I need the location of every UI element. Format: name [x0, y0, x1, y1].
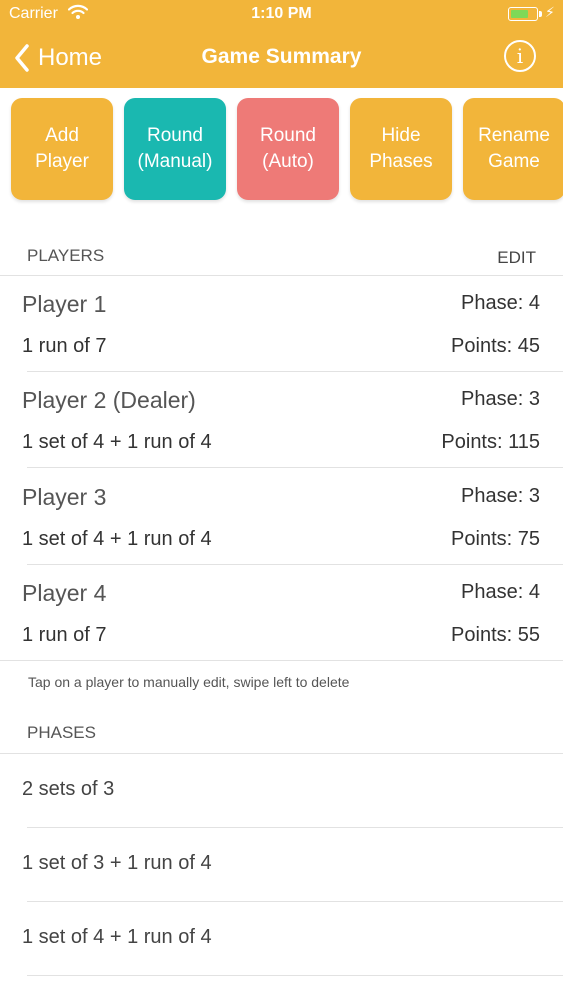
player-phase: Phase: 3 [461, 485, 540, 507]
rename-game-line2: Game [488, 151, 540, 172]
round-manual-line1: Round [147, 125, 203, 146]
battery-level [511, 10, 528, 18]
page-title: Game Summary [201, 45, 362, 68]
round-auto-button[interactable]: Round (Auto) [237, 98, 339, 200]
navigation-bar: Home Game Summary i [0, 28, 563, 88]
add-player-button[interactable]: Add Player [11, 98, 113, 200]
add-player-line1: Add [45, 125, 79, 146]
edit-players-button[interactable]: EDIT [497, 248, 536, 268]
divider [27, 975, 563, 976]
player-phase-requirement: 1 run of 7 [22, 335, 107, 357]
hide-phases-button[interactable]: Hide Phases [350, 98, 452, 200]
player-row-4[interactable]: Player 4 Phase: 4 1 run of 7 Points: 55 [0, 565, 563, 661]
rename-game-line1: Rename [478, 125, 550, 146]
player-row-1[interactable]: Player 1 Phase: 4 1 run of 7 Points: 45 [0, 276, 563, 372]
player-phase: Phase: 4 [461, 581, 540, 603]
players-header-label: PLAYERS [27, 246, 105, 265]
player-phase: Phase: 4 [461, 292, 540, 314]
player-points: Points: 45 [451, 335, 540, 357]
add-player-line2: Player [35, 151, 89, 172]
player-name: Player 3 [22, 484, 107, 510]
phases-header-label: PHASES [27, 723, 96, 742]
player-phase-requirement: 1 run of 7 [22, 624, 107, 646]
phase-label: 1 set of 4 + 1 run of 4 [22, 926, 212, 948]
battery-cap [539, 11, 542, 17]
player-phase-requirement: 1 set of 4 + 1 run of 4 [22, 528, 212, 550]
phase-row-3[interactable]: 1 set of 4 + 1 run of 4 [0, 902, 563, 976]
divider [0, 660, 563, 661]
player-row-2[interactable]: Player 2 (Dealer) Phase: 3 1 set of 4 + … [0, 372, 563, 468]
players-section-header: PLAYERS EDIT [0, 210, 563, 276]
players-footnote: Tap on a player to manually edit, swipe … [28, 674, 350, 690]
phase-label: 2 sets of 3 [22, 778, 115, 800]
player-name: Player 2 (Dealer) [22, 387, 196, 413]
divider [27, 467, 563, 468]
round-manual-line2: (Manual) [137, 151, 213, 172]
info-icon[interactable]: i [504, 40, 536, 72]
status-time: 1:10 PM [251, 5, 312, 22]
round-auto-line1: Round [260, 125, 316, 146]
round-auto-line2: (Auto) [262, 151, 314, 172]
player-points: Points: 75 [451, 528, 540, 550]
round-manual-button[interactable]: Round (Manual) [124, 98, 226, 200]
phases-section-header: PHASES [0, 700, 563, 753]
rename-game-button[interactable]: Rename Game [463, 98, 563, 200]
hide-phases-line2: Phases [369, 151, 433, 172]
charging-bolt-icon: ⚡ [545, 4, 555, 20]
action-button-row: Add Player Round (Manual) Round (Auto) H… [0, 88, 563, 210]
player-phase: Phase: 3 [461, 388, 540, 410]
player-row-3[interactable]: Player 3 Phase: 3 1 set of 4 + 1 run of … [0, 469, 563, 565]
hide-phases-line1: Hide [381, 125, 421, 146]
phase-row-1[interactable]: 2 sets of 3 [0, 754, 563, 828]
phase-row-2[interactable]: 1 set of 3 + 1 run of 4 [0, 828, 563, 902]
player-name: Player 1 [22, 291, 107, 317]
player-phase-requirement: 1 set of 4 + 1 run of 4 [22, 431, 212, 453]
phase-label: 1 set of 3 + 1 run of 4 [22, 852, 212, 874]
header-bar: Carrier 1:10 PM ⚡ Home Game Summary i [0, 0, 563, 88]
battery-icon [508, 7, 542, 21]
status-bar: Carrier 1:10 PM ⚡ [0, 0, 563, 28]
player-name: Player 4 [22, 580, 107, 606]
player-points: Points: 55 [451, 624, 540, 646]
player-points: Points: 115 [441, 431, 540, 453]
